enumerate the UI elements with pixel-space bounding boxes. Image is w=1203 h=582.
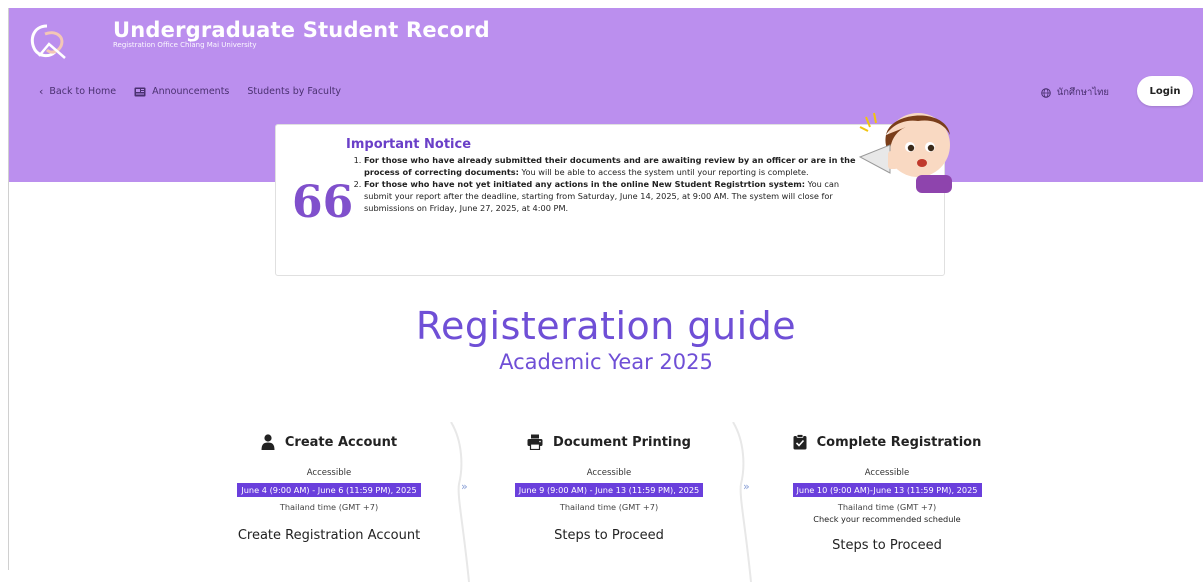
language-label: นักศึกษาไทย	[1056, 87, 1109, 98]
step-date-badge: June 9 (9:00 AM) - June 13 (11:59 PM), 2…	[514, 483, 704, 497]
login-button[interactable]: Login	[1137, 76, 1193, 106]
step-access-label: Accessible	[306, 468, 352, 478]
notice-item-heading: For those who have not yet initiated any…	[364, 178, 806, 189]
step-heading: Create Account	[209, 428, 449, 456]
step-document-printing: Document Printing Accessible June 9 (9:0…	[489, 428, 729, 543]
app-title: Undergraduate Student Record	[113, 18, 490, 42]
newspaper-icon	[134, 87, 146, 96]
user-icon	[261, 434, 275, 450]
registration-steps: Create Account Accessible June 4 (9:00 A…	[209, 422, 989, 582]
steps-to-proceed-link[interactable]: Steps to Proceed	[767, 538, 1007, 553]
guide-subtitle: Academic Year 2025	[499, 350, 713, 374]
steps-to-proceed-link[interactable]: Steps to Proceed	[489, 528, 729, 543]
step-heading: Complete Registration	[767, 428, 1007, 456]
nav-label: Students by Faculty	[247, 86, 342, 97]
nav-back-to-home[interactable]: ‹ Back to Home	[39, 85, 116, 98]
step-title: Document Printing	[553, 434, 691, 450]
step-arrow-icon: »	[461, 480, 468, 493]
megaphone-mascot-icon	[858, 112, 952, 193]
clipboard-check-icon	[793, 434, 807, 450]
printer-icon	[527, 434, 543, 450]
step-heading: Document Printing	[489, 428, 729, 456]
nav-label: Back to Home	[49, 86, 117, 97]
notice-item-text: You will be able to access the system un…	[518, 166, 809, 177]
page: Undergraduate Student Record Registratio…	[8, 8, 1203, 582]
recommended-schedule-link[interactable]: Check your recommended schedule	[767, 514, 1007, 524]
app-subtitle: Registration Office Chiang Mai Universit…	[113, 41, 257, 49]
step-title: Complete Registration	[816, 434, 982, 450]
nav-students-by-faculty[interactable]: Students by Faculty	[247, 86, 341, 97]
create-registration-account-link[interactable]: Create Registration Account	[209, 528, 449, 543]
nav-label: Announcements	[152, 86, 230, 97]
step-complete-registration: Complete Registration Accessible June 10…	[767, 428, 1007, 553]
step-divider	[732, 422, 752, 582]
step-access-label: Accessible	[864, 468, 910, 478]
step-timezone: Thailand time (GMT +7)	[279, 502, 379, 512]
nav-announcements[interactable]: Announcements	[134, 86, 229, 97]
guide-title: Registeration guide	[415, 304, 797, 348]
chevron-left-icon: ‹	[39, 85, 44, 98]
language-switch[interactable]: นักศึกษาไทย	[1040, 85, 1109, 100]
quote-mark-icon: 66	[292, 177, 354, 228]
notice-title: Important Notice	[346, 137, 472, 152]
step-date-badge: June 10 (9:00 AM)-June 13 (11:59 PM), 20…	[792, 483, 982, 497]
cmu-logo-icon[interactable]	[25, 22, 71, 62]
notice-item: For those who have not yet initiated any…	[364, 179, 869, 215]
step-title: Create Account	[284, 434, 398, 450]
step-create-account: Create Account Accessible June 4 (9:00 A…	[209, 428, 449, 543]
step-arrow-icon: »	[743, 480, 750, 493]
step-date-badge: June 4 (9:00 AM) - June 6 (11:59 PM), 20…	[237, 483, 421, 497]
notice-item: For those who have already submitted the…	[364, 155, 869, 179]
step-timezone: Thailand time (GMT +7)	[559, 502, 659, 512]
notice-list: For those who have already submitted the…	[346, 155, 869, 214]
step-access-label: Accessible	[586, 468, 632, 478]
step-divider	[450, 422, 470, 582]
step-timezone: Thailand time (GMT +7)	[837, 502, 937, 512]
important-notice-card: 66 Important Notice For those who have a…	[275, 112, 952, 276]
top-nav: ‹ Back to Home Announcements Students by…	[39, 85, 341, 98]
globe-icon	[1040, 87, 1051, 98]
